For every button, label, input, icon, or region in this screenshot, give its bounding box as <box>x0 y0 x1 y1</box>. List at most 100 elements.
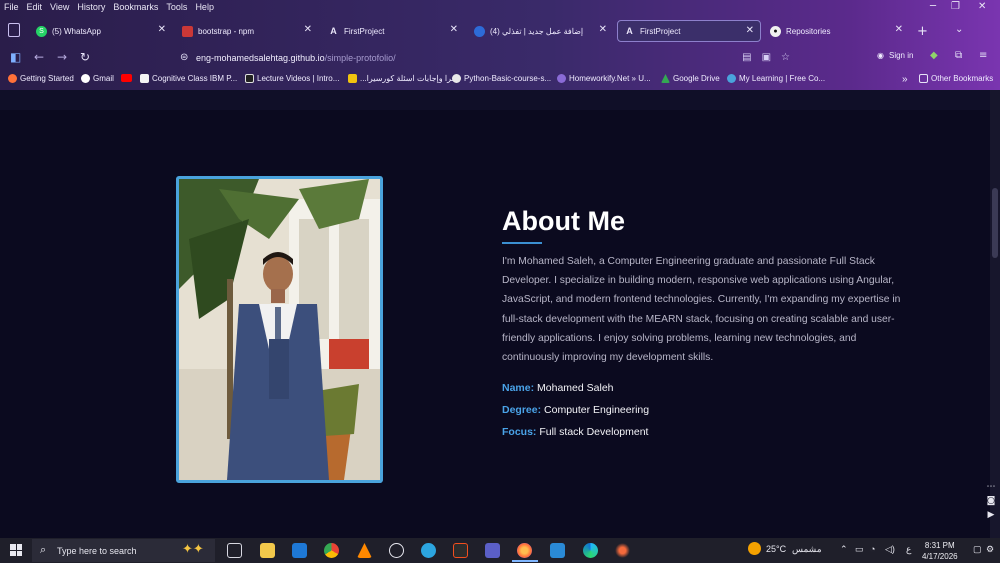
reader-view-icon[interactable]: ▤ <box>742 52 751 63</box>
bookmarks-bar: Getting Started Gmail Cognitive Class IB… <box>0 73 1000 89</box>
taskbar-search[interactable]: ⌕ Type here to search ✦✦ <box>32 539 215 562</box>
sidebar-icon[interactable]: ◧ <box>10 50 21 64</box>
info-name-value: Mohamed Saleh <box>537 382 614 394</box>
tab-firstproject-active[interactable]: A FirstProject ✕ <box>617 20 761 42</box>
minimize-icon[interactable]: ─ <box>930 1 936 12</box>
bookmark-google-drive[interactable]: Google Drive <box>661 74 720 83</box>
menu-history[interactable]: History <box>73 2 109 12</box>
extensions-puzzle-icon[interactable]: ⧉ <box>955 50 962 61</box>
more-icon[interactable]: ⋯ <box>987 482 996 492</box>
wifi-icon[interactable]: ◔ <box>870 544 875 554</box>
info-focus-label: Focus: <box>502 426 537 438</box>
bookmark-python-basic[interactable]: Python-Basic-course-s... <box>452 74 551 83</box>
reload-icon[interactable]: ↻ <box>80 50 90 64</box>
info-name: Name: Mohamed Saleh <box>502 382 614 394</box>
weather-label[interactable]: مشمس <box>792 544 822 555</box>
bookmark-cognitive-class[interactable]: Cognitive Class IBM P... <box>140 74 237 83</box>
firefox-view-icon[interactable] <box>8 23 20 37</box>
bookmark-youtube[interactable] <box>121 74 135 82</box>
maximize-icon[interactable]: ❐ <box>951 1 960 12</box>
vscode-icon[interactable] <box>550 543 565 558</box>
outlook-icon[interactable] <box>292 543 307 558</box>
file-explorer-icon[interactable] <box>260 543 275 558</box>
chatgpt-icon[interactable] <box>389 543 404 558</box>
weather-temp[interactable]: 25°C <box>766 544 786 554</box>
extension-icon[interactable]: ◆ <box>930 50 938 61</box>
close-tab-icon[interactable]: ✕ <box>450 24 458 35</box>
cognitive-class-icon <box>140 74 149 83</box>
npm-icon <box>182 25 193 37</box>
forward-icon[interactable]: → <box>57 50 67 64</box>
url-host: eng-mohamedsalehtag.github.io <box>196 53 325 63</box>
settings-gear-icon[interactable]: ⚙ <box>986 544 994 555</box>
volume-icon[interactable]: ◁) <box>885 544 895 555</box>
firefox-icon <box>8 74 17 83</box>
menu-edit[interactable]: Edit <box>23 2 47 12</box>
notifications-icon[interactable]: ▢ <box>973 544 982 555</box>
site-info-icon[interactable]: ⊜ <box>180 52 188 63</box>
edge-icon[interactable] <box>583 543 598 558</box>
chevron-up-icon[interactable]: ⌃ <box>840 544 848 555</box>
tab-bootstrap-npm[interactable]: bootstrap - npm ✕ <box>176 20 318 42</box>
system-clock[interactable]: 8:31 PM 4/17/2026 <box>922 540 958 562</box>
telegram-icon[interactable] <box>421 543 436 558</box>
browser-chrome: File Edit View History Bookmarks Tools H… <box>0 0 1000 90</box>
address-bar[interactable]: ⊜ eng-mohamedsalehtag.github.io/simple-p… <box>172 48 798 68</box>
close-tab-icon[interactable]: ✕ <box>304 24 312 35</box>
new-tab-icon[interactable]: + <box>917 24 928 39</box>
app-icon[interactable] <box>615 543 630 558</box>
menu-tools[interactable]: Tools <box>162 2 191 12</box>
bookmark-homeworkify[interactable]: Homeworkify.Net » U... <box>557 74 651 83</box>
chevron-down-icon[interactable]: ⌄ <box>955 24 963 35</box>
screenshot-icon[interactable]: ▣ <box>762 52 771 63</box>
figma-icon[interactable] <box>453 543 468 558</box>
bookmark-gmail[interactable]: Gmail <box>81 74 114 83</box>
globe-icon <box>557 74 566 83</box>
github-icon <box>452 74 461 83</box>
sign-in-button[interactable]: ◉ Sign in <box>877 51 913 60</box>
close-window-icon[interactable]: ✕ <box>978 1 986 12</box>
bookmark-star-icon[interactable]: ☆ <box>781 52 790 63</box>
scrollbar-thumb[interactable] <box>992 188 998 258</box>
camera-icon[interactable]: ◙ <box>987 496 996 506</box>
weather-sun-icon[interactable] <box>748 542 761 555</box>
bookmark-lecture-videos[interactable]: Lecture Videos | Intro... <box>245 74 339 83</box>
menu-help[interactable]: Help <box>191 2 218 12</box>
other-bookmarks[interactable]: Other Bookmarks <box>919 74 993 83</box>
task-view-icon[interactable] <box>227 543 242 558</box>
hamburger-menu-icon[interactable]: ≡ <box>979 50 987 61</box>
firefox-taskbar-icon[interactable] <box>517 543 532 558</box>
bookmark-coursera-answers[interactable]: ...سرا وإجابات اسئلة كورسيرا <box>348 74 458 83</box>
bookmark-my-learning[interactable]: My Learning | Free Co... <box>727 74 825 83</box>
copilot-sparkle-icon[interactable]: ✦✦ <box>182 542 204 557</box>
menu-view[interactable]: View <box>46 2 73 12</box>
tab-repositories[interactable]: ● Repositories ✕ <box>764 20 909 42</box>
back-icon[interactable]: ← <box>34 50 44 64</box>
tab-label: FirstProject <box>344 26 385 36</box>
page-icon <box>348 74 357 83</box>
info-name-label: Name: <box>502 382 535 394</box>
navigation-bar: ◧ ← → ↻ ⊜ eng-mohamedsalehtag.github.io /… <box>0 47 1000 69</box>
tab-whatsapp[interactable]: S (5) WhatsApp ✕ <box>30 20 172 42</box>
chevron-right-icon[interactable]: » <box>902 74 908 85</box>
close-tab-icon[interactable]: ✕ <box>158 24 166 35</box>
page-scrollbar[interactable] <box>990 90 1000 538</box>
teams-icon[interactable] <box>485 543 500 558</box>
close-tab-icon[interactable]: ✕ <box>599 24 607 35</box>
menu-file[interactable]: File <box>0 2 23 12</box>
video-icon[interactable]: ▶ <box>988 510 995 520</box>
close-tab-icon[interactable]: ✕ <box>746 25 754 36</box>
close-tab-icon[interactable]: ✕ <box>895 24 903 35</box>
windows-start-icon[interactable] <box>10 544 22 556</box>
page-content: About Me I'm Mohamed Saleh, a Computer E… <box>0 90 1000 538</box>
google-drive-icon <box>661 74 670 83</box>
vlc-icon[interactable] <box>357 543 372 558</box>
chrome-icon[interactable] <box>324 543 339 558</box>
input-language[interactable]: ع <box>906 544 911 555</box>
tab-firstproject-1[interactable]: A FirstProject ✕ <box>322 20 464 42</box>
url-path: /simple-protofolio/ <box>324 53 396 63</box>
tab-mostaql[interactable]: (4) إضافة عمل جديد | تفذلي ✕ <box>468 20 613 42</box>
battery-icon[interactable]: ▭ <box>855 544 864 555</box>
bookmark-getting-started[interactable]: Getting Started <box>8 74 74 83</box>
menu-bookmarks[interactable]: Bookmarks <box>109 2 162 12</box>
